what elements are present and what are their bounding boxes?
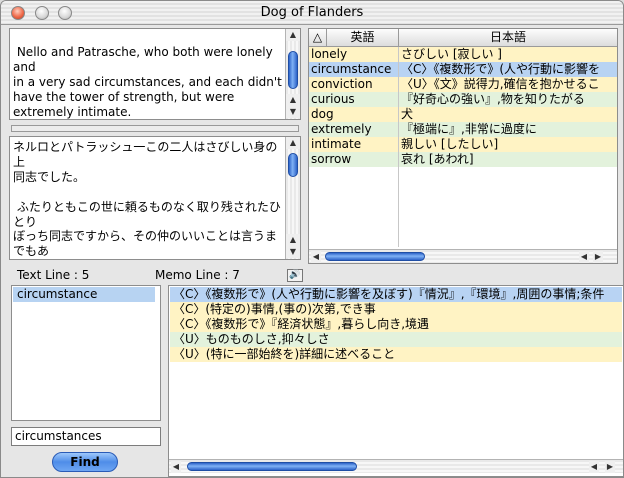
scroll-left-arrow-icon[interactable]: ◀ xyxy=(171,461,181,473)
scroll-thumb[interactable] xyxy=(288,51,298,89)
japanese-meaning-cell: 『極端に』,非常に過度に xyxy=(401,122,537,136)
table-row[interactable]: lonely さびしい [寂しい ] xyxy=(309,47,617,62)
japanese-text: ネルロとパトラッシュ一この二人はさびしい身の上 同志でした。 ふたりともこの世に… xyxy=(13,140,281,258)
table-row[interactable]: dog 犬 xyxy=(309,107,617,122)
japanese-meaning-cell: 『好奇心の強い』,物を知りたがる xyxy=(401,92,585,106)
english-text-scrollbar[interactable]: ▲ ▲ ▼ xyxy=(285,29,300,119)
english-word-cell: extremely xyxy=(311,122,372,136)
column-divider xyxy=(398,47,399,247)
scroll-up-arrow-icon[interactable]: ▲ xyxy=(286,94,300,106)
scroll-left-arrow-icon[interactable]: ◀ xyxy=(579,251,589,263)
scroll-up-arrow-icon[interactable]: ▲ xyxy=(286,137,300,149)
memo-line-status: Memo Line : 7 xyxy=(155,268,240,282)
speaker-icon[interactable]: 🔊 xyxy=(287,269,303,282)
scroll-right-arrow-icon[interactable]: ▶ xyxy=(605,461,615,473)
definition-row[interactable]: 〈C〉(特定の)事情,(事の)次第,でき事 xyxy=(170,302,622,317)
column-header-english[interactable]: 英語 xyxy=(327,29,399,47)
table-row[interactable]: circumstance 〈C〉《複数形で》(人や行動に影響を xyxy=(309,62,617,77)
splitter-bar[interactable] xyxy=(11,125,299,132)
scroll-left-arrow-icon[interactable]: ◀ xyxy=(589,461,599,473)
japanese-meaning-cell: 〈U〉《文》説得力,確信を抱かせるこ xyxy=(401,77,600,91)
text-line-status: Text Line : 5 xyxy=(17,268,90,282)
table-row[interactable]: conviction 〈U〉《文》説得力,確信を抱かせるこ xyxy=(309,77,617,92)
japanese-meaning-cell: 〈C〉《複数形で》(人や行動に影響を xyxy=(401,62,601,76)
find-button[interactable]: Find xyxy=(52,452,118,472)
english-word-cell: curious xyxy=(311,92,355,106)
japanese-meaning-cell: 犬 xyxy=(401,107,414,121)
scroll-left-arrow-icon[interactable]: ◀ xyxy=(311,251,321,263)
table-row[interactable]: sorrow 哀れ [あわれ] xyxy=(309,152,617,167)
definition-row[interactable]: 〈C〉《複数形で》(人や行動に影響を及ぼす)『情況』,『環境』,周囲の事情;条件 xyxy=(170,287,622,302)
scroll-thumb[interactable] xyxy=(325,252,425,261)
table-row[interactable]: extremely 『極端に』,非常に過度に xyxy=(309,122,617,137)
column-header-japanese[interactable]: 日本語 xyxy=(399,29,617,47)
list-item[interactable]: circumstance xyxy=(17,287,153,302)
english-text-panel[interactable]: Nello and Patrasche, who both were lonel… xyxy=(9,28,301,120)
definitions-panel[interactable]: 〈C〉《複数形で》(人や行動に影響を及ぼす)『情況』,『環境』,周囲の事情;条件… xyxy=(168,285,623,477)
scroll-down-arrow-icon[interactable]: ▼ xyxy=(286,106,300,118)
title-bar: Dog of Flanders xyxy=(1,1,623,25)
english-word-cell: sorrow xyxy=(311,152,352,166)
definition-row[interactable]: 〈U〉ものものしさ,抑々しさ xyxy=(170,332,622,347)
sort-triangle-icon[interactable]: △ xyxy=(309,29,327,47)
japanese-meaning-cell: 哀れ [あわれ] xyxy=(401,152,474,166)
english-word-cell: intimate xyxy=(311,137,362,151)
scroll-right-arrow-icon[interactable]: ▶ xyxy=(593,251,603,263)
japanese-meaning-cell: さびしい [寂しい ] xyxy=(401,47,502,61)
window-title: Dog of Flanders xyxy=(260,5,364,20)
japanese-meaning-cell: 親しい [したしい] xyxy=(401,137,499,151)
definition-row[interactable]: 〈C〉《複数形で》『経済状態』,暮らし向き,境遇 xyxy=(170,317,622,332)
scroll-thumb[interactable] xyxy=(187,462,357,471)
word-table-hscrollbar[interactable]: ◀ ◀ ▶ xyxy=(309,249,617,263)
table-row[interactable]: curious 『好奇心の強い』,物を知りたがる xyxy=(309,92,617,107)
main-window: Dog of Flanders Nello and Patrasche, who… xyxy=(0,0,624,478)
english-text: Nello and Patrasche, who both were lonel… xyxy=(13,45,282,119)
japanese-text-scrollbar[interactable]: ▲ ▲ ▼ xyxy=(285,137,300,259)
english-word-cell: conviction xyxy=(311,77,373,91)
english-word-cell: dog xyxy=(311,107,334,121)
definition-row[interactable]: 〈U〉(特に一部始終を)詳細に述べること xyxy=(170,347,622,362)
scroll-up-arrow-icon[interactable]: ▲ xyxy=(286,29,300,41)
table-row[interactable]: intimate 親しい [したしい] xyxy=(309,137,617,152)
japanese-text-panel[interactable]: ネルロとパトラッシュ一この二人はさびしい身の上 同志でした。 ふたりともこの世に… xyxy=(9,136,301,260)
scroll-thumb[interactable] xyxy=(288,153,298,177)
search-input[interactable]: circumstances xyxy=(11,427,161,446)
scroll-down-arrow-icon[interactable]: ▼ xyxy=(286,246,300,258)
english-word-cell: circumstance xyxy=(311,62,392,76)
english-word-cell: lonely xyxy=(311,47,348,61)
scroll-up-arrow-icon[interactable]: ▲ xyxy=(286,234,300,246)
word-list[interactable]: circumstance xyxy=(11,285,161,421)
word-table[interactable]: △ 英語 日本語 lonely さびしい [寂しい ] circumstance 〈C… xyxy=(308,28,618,264)
definitions-hscrollbar[interactable]: ◀ ◀ ▶ xyxy=(169,459,623,473)
